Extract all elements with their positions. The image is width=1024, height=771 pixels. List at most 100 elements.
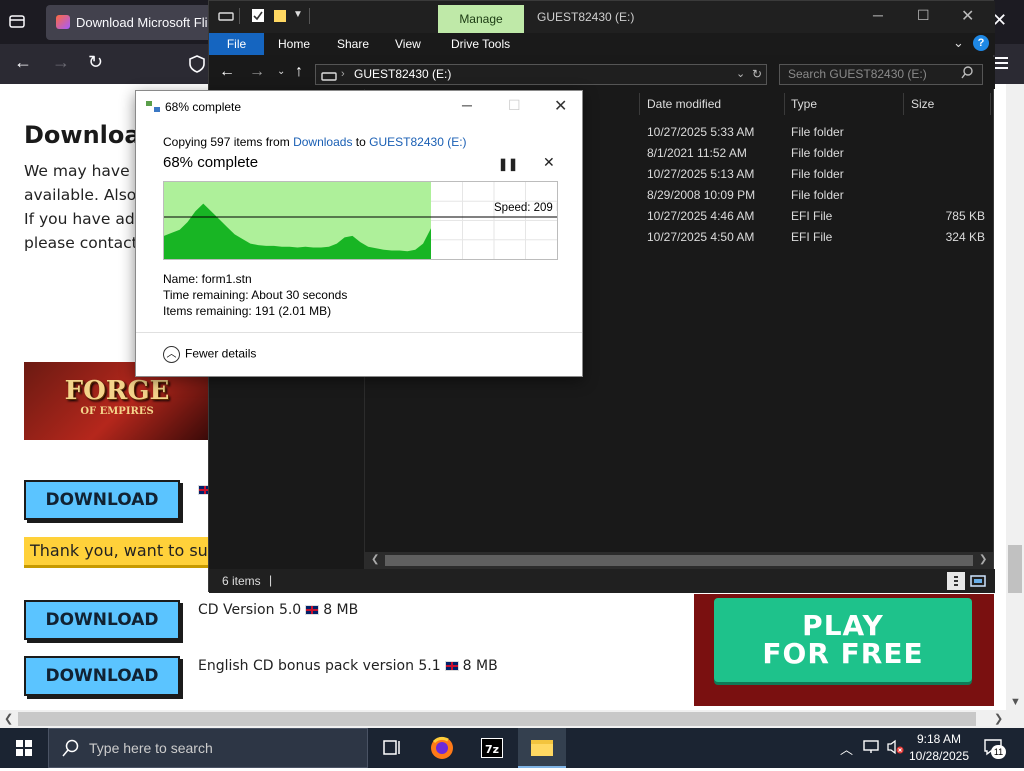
download-button[interactable]: DOWNLOAD [24, 480, 180, 520]
table-row[interactable]: 8/29/2008 10:09 PM File folder [639, 184, 993, 205]
taskbar-search-input[interactable]: Type here to search [48, 728, 368, 768]
cell-type: File folder [791, 125, 844, 139]
speed-graph-svg [164, 182, 557, 259]
minimize-icon[interactable]: ─ [873, 7, 883, 23]
fewer-details-label: Fewer details [185, 346, 257, 361]
tab-home[interactable]: Home [278, 37, 310, 51]
column-size[interactable]: Size [911, 97, 934, 111]
close-icon[interactable]: ✕ [554, 96, 567, 116]
fewer-details-button[interactable]: ︿ Fewer details [163, 346, 256, 363]
forward-icon[interactable]: → [249, 63, 265, 81]
chevron-up-icon: ︿ [163, 346, 180, 363]
reload-icon[interactable]: ↻ [88, 52, 103, 73]
chevron-up-icon[interactable]: ︿ [840, 739, 853, 758]
back-icon[interactable]: ← [14, 52, 32, 73]
refresh-icon[interactable]: ↻ [752, 65, 762, 84]
tab-manage[interactable]: Manage [438, 5, 524, 33]
taskbar-clock[interactable]: 9:18 AM 10/28/2025 [904, 731, 974, 765]
search-input[interactable]: Search GUEST82430 (E:) [779, 64, 983, 85]
play-for-free-button[interactable]: PLAY FOR FREE [714, 598, 972, 682]
paragraph-line: available. Also [24, 186, 137, 204]
destination-link[interactable]: GUEST82430 (E:) [369, 135, 466, 149]
scroll-right-icon[interactable]: ❯ [979, 554, 987, 565]
shield-icon[interactable] [188, 54, 206, 77]
search-icon [961, 66, 974, 82]
file-explorer-icon[interactable] [518, 728, 566, 768]
cell-date: 8/29/2008 10:09 PM [647, 188, 756, 202]
notification-center-icon[interactable]: 11 [982, 737, 1006, 759]
maximize-icon[interactable]: ☐ [917, 7, 930, 24]
column-divider [990, 93, 991, 115]
forward-icon[interactable]: → [52, 52, 70, 73]
table-row[interactable]: 10/27/2025 4:46 AM EFI File 785 KB [639, 205, 993, 226]
address-dropdown-icon[interactable]: ⌄ [736, 65, 745, 84]
minimize-icon[interactable]: ─ [462, 97, 472, 113]
page-horizontal-scroll-thumb[interactable] [18, 712, 976, 726]
column-date-modified[interactable]: Date modified [647, 97, 721, 111]
table-row[interactable]: 10/27/2025 5:33 AM File folder [639, 121, 993, 142]
address-text: GUEST82430 (E:) [354, 67, 452, 81]
source-link[interactable]: Downloads [293, 135, 352, 149]
tab-title: Download Microsoft Fligh [76, 15, 216, 30]
search-icon [62, 739, 80, 760]
scroll-right-icon[interactable]: ❯ [994, 712, 1003, 725]
banner-subtitle: OF EMPIRES [80, 406, 154, 417]
large-icons-view-icon[interactable] [969, 572, 987, 590]
scroll-down-icon[interactable]: ▼ [1010, 696, 1021, 708]
firefox-icon[interactable] [418, 728, 466, 768]
cell-date: 8/1/2021 11:52 AM [647, 146, 747, 160]
recent-locations-icon[interactable]: ⌄ [277, 66, 285, 77]
column-divider [903, 93, 904, 115]
network-icon[interactable] [862, 739, 880, 758]
column-divider [784, 93, 785, 115]
details-view-icon[interactable] [947, 572, 965, 590]
new-folder-icon[interactable] [273, 8, 287, 26]
to-word: to [355, 135, 366, 149]
7zip-icon[interactable]: 7z [468, 728, 516, 768]
thank-you-banner[interactable]: Thank you, want to sup [24, 537, 214, 565]
task-view-icon[interactable] [368, 728, 416, 768]
page-vertical-scrollbar[interactable] [1006, 84, 1024, 710]
tab-list-icon[interactable] [8, 12, 30, 32]
windows-icon [16, 740, 32, 756]
divider [309, 8, 310, 24]
cancel-icon[interactable]: ✕ [543, 154, 555, 171]
volume-muted-icon[interactable] [886, 739, 904, 758]
scroll-left-icon[interactable]: ❮ [371, 554, 379, 565]
uk-flag-icon [444, 661, 459, 671]
download-button[interactable]: DOWNLOAD [24, 600, 180, 640]
column-type[interactable]: Type [791, 97, 817, 111]
copy-description: Copying 597 items from Downloads to GUES… [163, 135, 467, 149]
address-bar-row: ← → ⌄ ↑ › GUEST82430 (E:) ⌄ ↻ Search GUE… [209, 57, 995, 89]
table-row[interactable]: 10/27/2025 4:50 AM EFI File 324 KB [639, 226, 993, 247]
properties-icon[interactable] [251, 8, 265, 26]
up-icon[interactable]: ↑ [295, 63, 303, 81]
address-bar[interactable]: › GUEST82430 (E:) ⌄ ↻ [315, 64, 767, 85]
download-button[interactable]: DOWNLOAD [24, 656, 180, 696]
current-file-name: Name: form1.stn [163, 272, 252, 286]
clock-time: 9:18 AM [916, 732, 962, 746]
table-row[interactable]: 8/1/2021 11:52 AM File folder [639, 142, 993, 163]
pause-icon[interactable]: ❚❚ [498, 157, 518, 171]
tab-file[interactable]: File [209, 33, 264, 55]
cell-date: 10/27/2025 4:50 AM [647, 230, 755, 244]
tab-share[interactable]: Share [337, 37, 369, 51]
play-for-free-ad[interactable]: PLAY FOR FREE [694, 594, 994, 706]
expand-ribbon-icon[interactable]: ⌄ [953, 35, 964, 51]
copy-prefix: Copying 597 items from [163, 135, 290, 149]
back-icon[interactable]: ← [219, 63, 235, 81]
cell-type: File folder [791, 188, 844, 202]
scroll-left-icon[interactable]: ❮ [4, 712, 13, 725]
close-icon[interactable]: ✕ [961, 6, 974, 26]
tab-drive-tools[interactable]: Drive Tools [451, 37, 510, 51]
help-icon[interactable]: ? [973, 35, 989, 51]
page-vertical-scroll-thumb[interactable] [1008, 545, 1022, 593]
browser-tab[interactable]: Download Microsoft Fligh [46, 5, 216, 40]
divider [239, 8, 240, 24]
start-button[interactable] [0, 728, 48, 768]
quick-access-dropdown-icon[interactable]: ▼ [293, 9, 303, 20]
table-row[interactable]: 10/27/2025 5:13 AM File folder [639, 163, 993, 184]
explorer-horizontal-scroll-thumb[interactable] [385, 555, 973, 566]
tab-view[interactable]: View [395, 37, 421, 51]
column-divider [639, 93, 640, 115]
